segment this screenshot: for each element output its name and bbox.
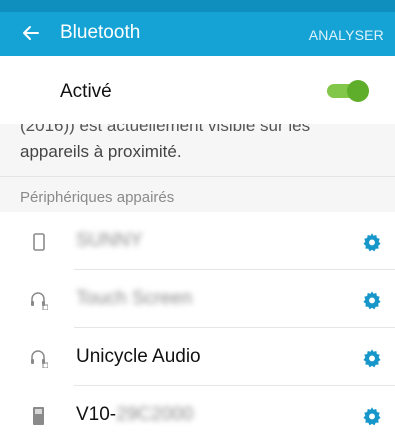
gear-icon[interactable] <box>361 347 383 369</box>
bluetooth-toggle-row[interactable]: Activé <box>0 56 395 125</box>
list-item[interactable]: SUNNY <box>0 212 395 270</box>
headset-icon <box>31 292 48 310</box>
toggle-label: Activé <box>60 81 112 102</box>
bluetooth-switch[interactable] <box>327 80 369 102</box>
app-bar: Bluetooth ANALYSER <box>0 12 395 56</box>
scan-button[interactable]: ANALYSER <box>309 27 384 43</box>
device-name-suffix: 29C2000 <box>116 404 194 425</box>
gear-icon[interactable] <box>361 289 383 311</box>
status-bar <box>0 0 395 12</box>
description-line-1: (2016)) est actuellement visible sur les <box>20 124 311 135</box>
paired-devices-header: Périphériques appairés <box>0 176 395 213</box>
gear-icon[interactable] <box>361 231 383 253</box>
page-title: Bluetooth <box>60 22 141 43</box>
device-name: Touch Screen <box>76 288 193 309</box>
switch-knob <box>347 80 369 102</box>
phone-icon <box>33 233 45 251</box>
device-name: SUNNY <box>76 230 143 251</box>
back-arrow-icon[interactable] <box>21 23 41 43</box>
list-item[interactable]: Touch Screen <box>0 270 395 328</box>
paired-devices-list: SUNNY Touch Screen Unicycle Audio V10-29… <box>0 212 395 446</box>
device-name: V10-29C2000 <box>76 404 193 426</box>
device-icon <box>33 407 44 425</box>
description-line-2: appareils à proximité. <box>20 142 182 161</box>
list-item[interactable]: V10-29C2000 <box>0 386 395 444</box>
list-item[interactable]: Unicycle Audio <box>0 328 395 386</box>
headset-icon <box>31 350 48 368</box>
gear-icon[interactable] <box>361 405 383 427</box>
device-name: Unicycle Audio <box>76 346 201 367</box>
section-title: Périphériques appairés <box>20 189 175 206</box>
visibility-description: (2016)) est actuellement visible sur les… <box>0 124 395 176</box>
device-name-prefix: V10- <box>76 404 117 425</box>
